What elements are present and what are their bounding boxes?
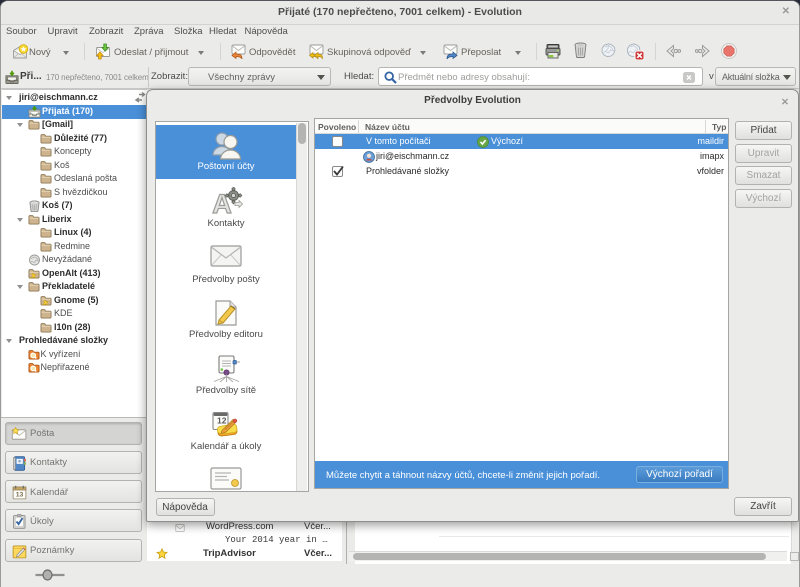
svg-text:12: 12 (217, 416, 227, 426)
svg-text:13: 13 (16, 491, 24, 498)
